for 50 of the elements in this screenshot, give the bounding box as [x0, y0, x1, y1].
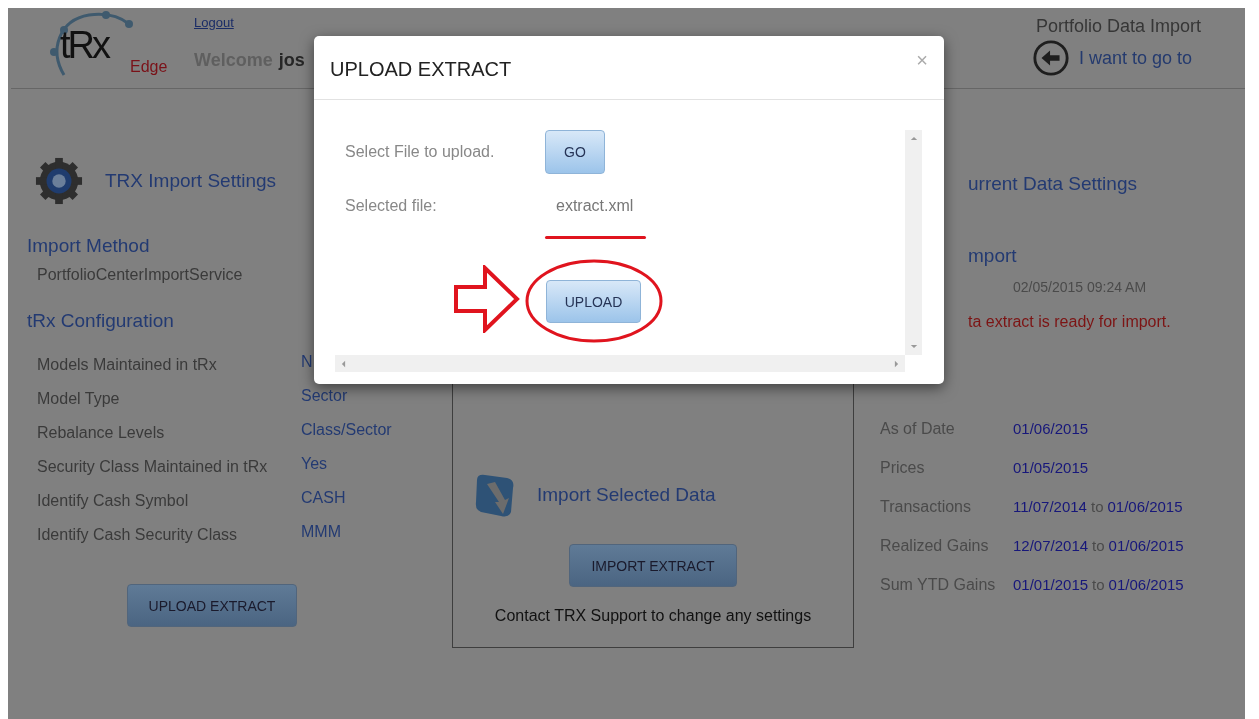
- arrow-annotation: [453, 265, 521, 333]
- horizontal-scrollbar[interactable]: [335, 355, 905, 372]
- date-value: 12/07/2014: [1013, 537, 1089, 554]
- date-value: 01/06/2015: [1108, 537, 1184, 554]
- setting-value: MMM: [301, 523, 341, 541]
- upload-button[interactable]: UPLOAD: [546, 280, 641, 323]
- date-value: 01/06/2015: [1107, 498, 1183, 515]
- dialog-title: UPLOAD EXTRACT: [330, 58, 512, 81]
- setting-value: Sector: [301, 387, 348, 405]
- date-value: 01/05/2015: [1013, 459, 1089, 476]
- scroll-right-icon[interactable]: [894, 359, 899, 368]
- page-title: Portfolio Data Import: [1035, 16, 1201, 37]
- close-button[interactable]: ×: [916, 49, 928, 72]
- setting-value: Class/Sector: [301, 421, 392, 439]
- scroll-up-icon[interactable]: [909, 136, 918, 141]
- field-label: Select File to upload.: [344, 143, 496, 161]
- go-button[interactable]: GO: [545, 130, 605, 174]
- field-label: Selected file:: [344, 197, 438, 215]
- setting-label: Identify Cash Symbol: [36, 492, 190, 510]
- navigation-link[interactable]: I want to go to: [1078, 47, 1192, 69]
- date-value: 01/06/2015: [1108, 576, 1184, 593]
- date-value: 01/06/2015: [1013, 420, 1089, 437]
- status-message: ta extract is ready for import.: [967, 313, 1172, 331]
- date-value: 01/01/2015: [1013, 576, 1089, 593]
- section-title: Import Selected Data: [537, 484, 716, 506]
- scroll-left-icon[interactable]: [341, 359, 346, 368]
- vertical-scrollbar[interactable]: [905, 130, 922, 355]
- section-title: urrent Data Settings: [967, 173, 1138, 195]
- setting-value: N: [301, 353, 313, 371]
- section-heading: Import Method: [27, 235, 151, 257]
- scroll-down-icon[interactable]: [909, 344, 918, 349]
- section-title: TRX Import Settings: [105, 170, 277, 192]
- section-heading: tRx Configuration: [27, 310, 175, 332]
- logout-link[interactable]: Logout: [194, 15, 305, 30]
- upload-extract-button[interactable]: UPLOAD EXTRACT: [127, 584, 297, 627]
- support-note: Contact TRX Support to change any settings: [494, 607, 812, 625]
- section-heading: mport: [967, 245, 1018, 267]
- setting-label: Rebalance Levels: [36, 424, 166, 442]
- setting-label: Security Class Maintained in tRx: [36, 458, 269, 476]
- gear-icon: [35, 155, 83, 207]
- file-name: extract.xml: [556, 197, 634, 215]
- user-name: jos: [278, 50, 305, 71]
- setting-label: Identify Cash Security Class: [36, 526, 239, 544]
- setting-label: Model Type: [36, 390, 121, 408]
- import-extract-button[interactable]: IMPORT EXTRACT: [569, 544, 737, 587]
- setting-value: Yes: [301, 455, 328, 473]
- setting-label: Models Maintained in tRx: [36, 356, 218, 374]
- date-value: 11/07/2014: [1013, 498, 1087, 515]
- setting-value: CASH: [301, 489, 346, 507]
- import-method-value: PortfolioCenterImportService: [36, 266, 244, 284]
